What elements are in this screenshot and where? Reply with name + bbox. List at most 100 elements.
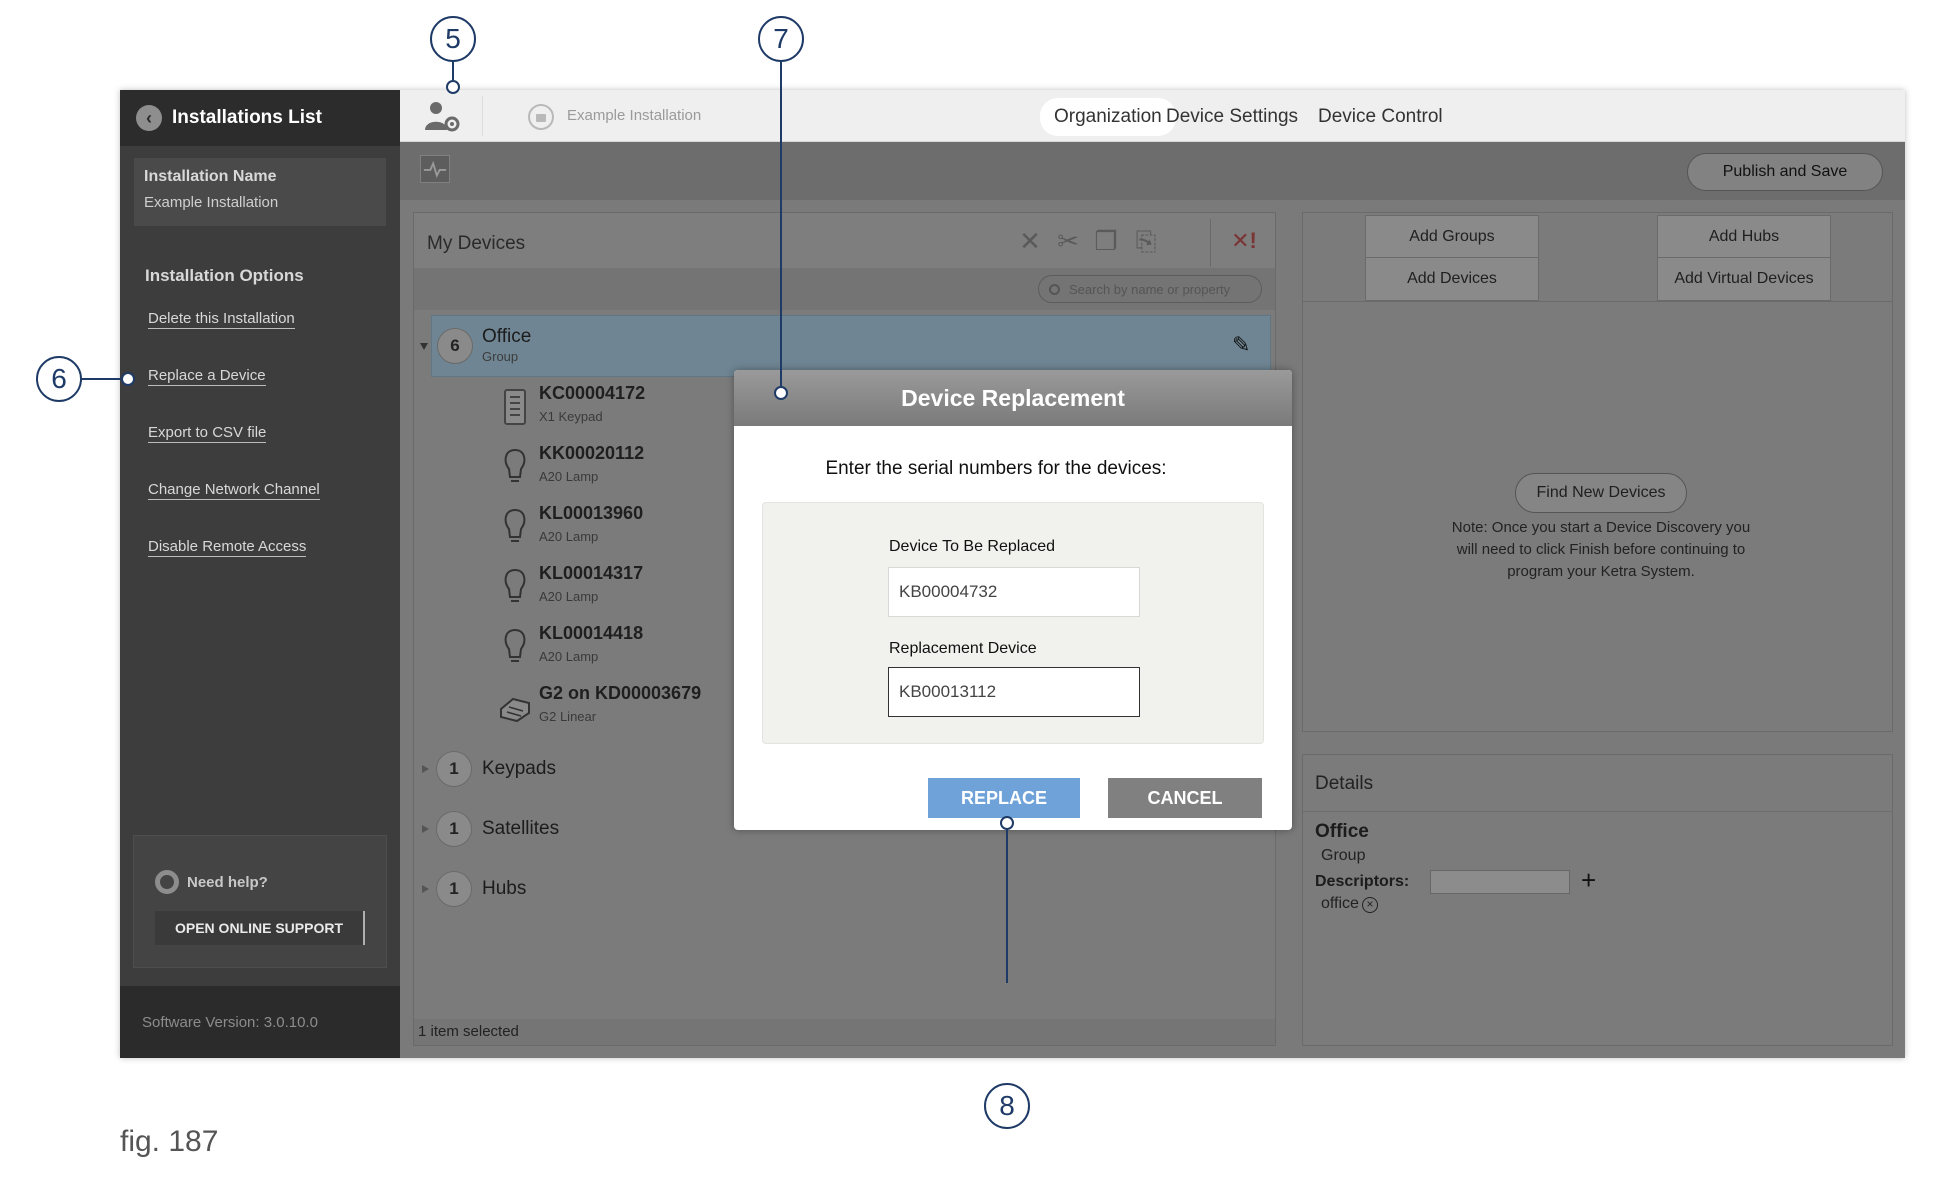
callout-7: 7 [758,16,804,62]
lamp-icon [504,568,526,602]
device-serial: KK00020112 [539,443,645,463]
descriptor-tag: office × [1321,895,1378,913]
edit-pencil-icon[interactable]: ✎ [1232,332,1256,357]
details-name: Office [1315,821,1369,842]
lock-icon [528,104,554,130]
installation-options-title: Installation Options [145,266,304,285]
add-panel: Add Groups Add Devices Add Hubs Add Virt… [1302,212,1893,732]
descriptors-label: Descriptors: [1315,873,1410,890]
replacement-device-field[interactable]: KB00013112 [888,667,1140,717]
add-devices-button[interactable]: Add Devices [1365,257,1539,301]
keypad-icon [504,389,526,425]
device-replacement-dialog: Device Replacement Enter the serial numb… [734,370,1292,830]
details-panel: Details Office Group Descriptors: + offi… [1302,754,1893,1046]
cut-icon[interactable]: ✂ [1052,225,1084,257]
replace-button[interactable]: REPLACE [928,778,1080,818]
group-subtitle: Group [482,349,519,364]
add-panel-divider [1303,301,1892,302]
lamp-icon [504,508,526,542]
search-icon [1049,283,1060,295]
device-to-replace-label: Device To Be Replaced [889,538,1056,555]
group-name: Keypads [482,758,556,779]
paste-icon[interactable]: ⎘ [1130,225,1162,257]
cancel-button[interactable]: CANCEL [1108,778,1262,818]
toolbar-separator [1210,219,1211,267]
add-virtual-devices-button[interactable]: Add Virtual Devices [1657,257,1831,301]
collapse-triangle-icon[interactable] [422,765,429,773]
callout-5-line [452,62,454,80]
tab-device-control[interactable]: Device Control [1304,98,1457,136]
disable-remote-access-link[interactable]: Disable Remote Access [148,538,307,557]
export-csv-link[interactable]: Export to CSV file [148,424,267,443]
callout-8-line [1006,829,1008,983]
device-serial: KL00014317 [539,563,644,583]
find-new-devices-button[interactable]: Find New Devices [1515,473,1687,513]
user-settings-icon[interactable] [422,100,464,132]
lifebuoy-icon [155,870,179,894]
installation-name-label: Installation Name [144,168,277,185]
current-installation-name: Example Installation [567,107,702,124]
device-serial: G2 on KD00003679 [539,683,702,703]
tab-device-settings[interactable]: Device Settings [1152,98,1312,136]
my-devices-title: My Devices [427,233,526,254]
callout-5: 5 [430,16,476,62]
replacement-device-label: Replacement Device [889,640,1037,657]
need-help: Need help? [155,870,268,894]
installation-name-value: Example Installation [144,194,279,211]
dialog-title: Device Replacement [734,370,1292,426]
topbar-separator [482,96,483,136]
copy-icon[interactable]: ❐ [1090,225,1122,257]
device-type: X1 Keypad [539,409,603,424]
help-box: Need help? OPEN ONLINE SUPPORT [133,835,387,968]
callout-7-line [780,62,782,388]
sidebar-title: Installations List [172,107,322,128]
installations-list-back[interactable]: ‹ Installations List [120,90,400,146]
device-type: A20 Lamp [539,589,599,604]
back-chevron-icon[interactable]: ‹ [136,105,162,131]
group-count: 1 [436,751,472,787]
collapse-triangle-icon[interactable] [422,825,429,833]
device-serial: KL00013960 [539,503,644,523]
callout-6-line [82,378,122,380]
lamp-icon [504,628,526,662]
group-name: Satellites [482,818,560,839]
callout-8-dot [1000,816,1014,830]
expand-triangle-icon[interactable] [420,343,428,350]
device-serial: KL00014418 [539,623,644,643]
sidebar: ‹ Installations List Installation Name E… [120,90,400,1058]
my-devices-header: My Devices ✕ ✂ ❐ ⎘ ✕! [414,213,1275,268]
group-count: 6 [437,328,473,364]
top-bar: Example Installation Organization Device… [400,90,1905,142]
my-devices-search-bar: Search by name or property [414,268,1275,310]
group-row-office[interactable]: 6 Office Group ✎ [431,315,1271,377]
device-type: A20 Lamp [539,649,599,664]
collapse-triangle-icon[interactable] [422,885,429,893]
device-type: A20 Lamp [539,469,599,484]
device-serial: KC00004172 [539,383,646,403]
details-divider [1303,811,1892,812]
device-type: A20 Lamp [539,529,599,544]
group-name: Hubs [482,878,527,899]
activity-pulse-icon[interactable] [420,155,450,183]
delete-installation-link[interactable]: Delete this Installation [148,310,295,329]
callout-6: 6 [36,356,82,402]
details-title: Details [1315,773,1374,794]
change-network-channel-link[interactable]: Change Network Channel [148,481,320,500]
software-version: Software Version: 3.0.10.0 [120,986,400,1058]
remove-tag-icon[interactable]: × [1361,897,1378,913]
lamp-icon [504,448,526,482]
add-groups-button[interactable]: Add Groups [1365,215,1539,259]
need-help-label: Need help? [187,873,268,891]
replace-device-link[interactable]: Replace a Device [148,367,266,386]
add-descriptor-icon[interactable]: + [1581,865,1596,896]
device-to-replace-field[interactable]: KB00004732 [888,567,1140,617]
online-support-button[interactable]: OPEN ONLINE SUPPORT [155,911,365,945]
delete-all-icon[interactable]: ✕! [1224,225,1264,257]
add-hubs-button[interactable]: Add Hubs [1657,215,1831,259]
device-search-input[interactable]: Search by name or property [1038,275,1262,303]
publish-and-save-button[interactable]: Publish and Save [1687,153,1883,191]
delete-icon[interactable]: ✕ [1014,225,1046,257]
descriptor-input[interactable] [1430,870,1570,894]
group-count: 1 [436,811,472,847]
callout-5-dot [446,80,460,94]
